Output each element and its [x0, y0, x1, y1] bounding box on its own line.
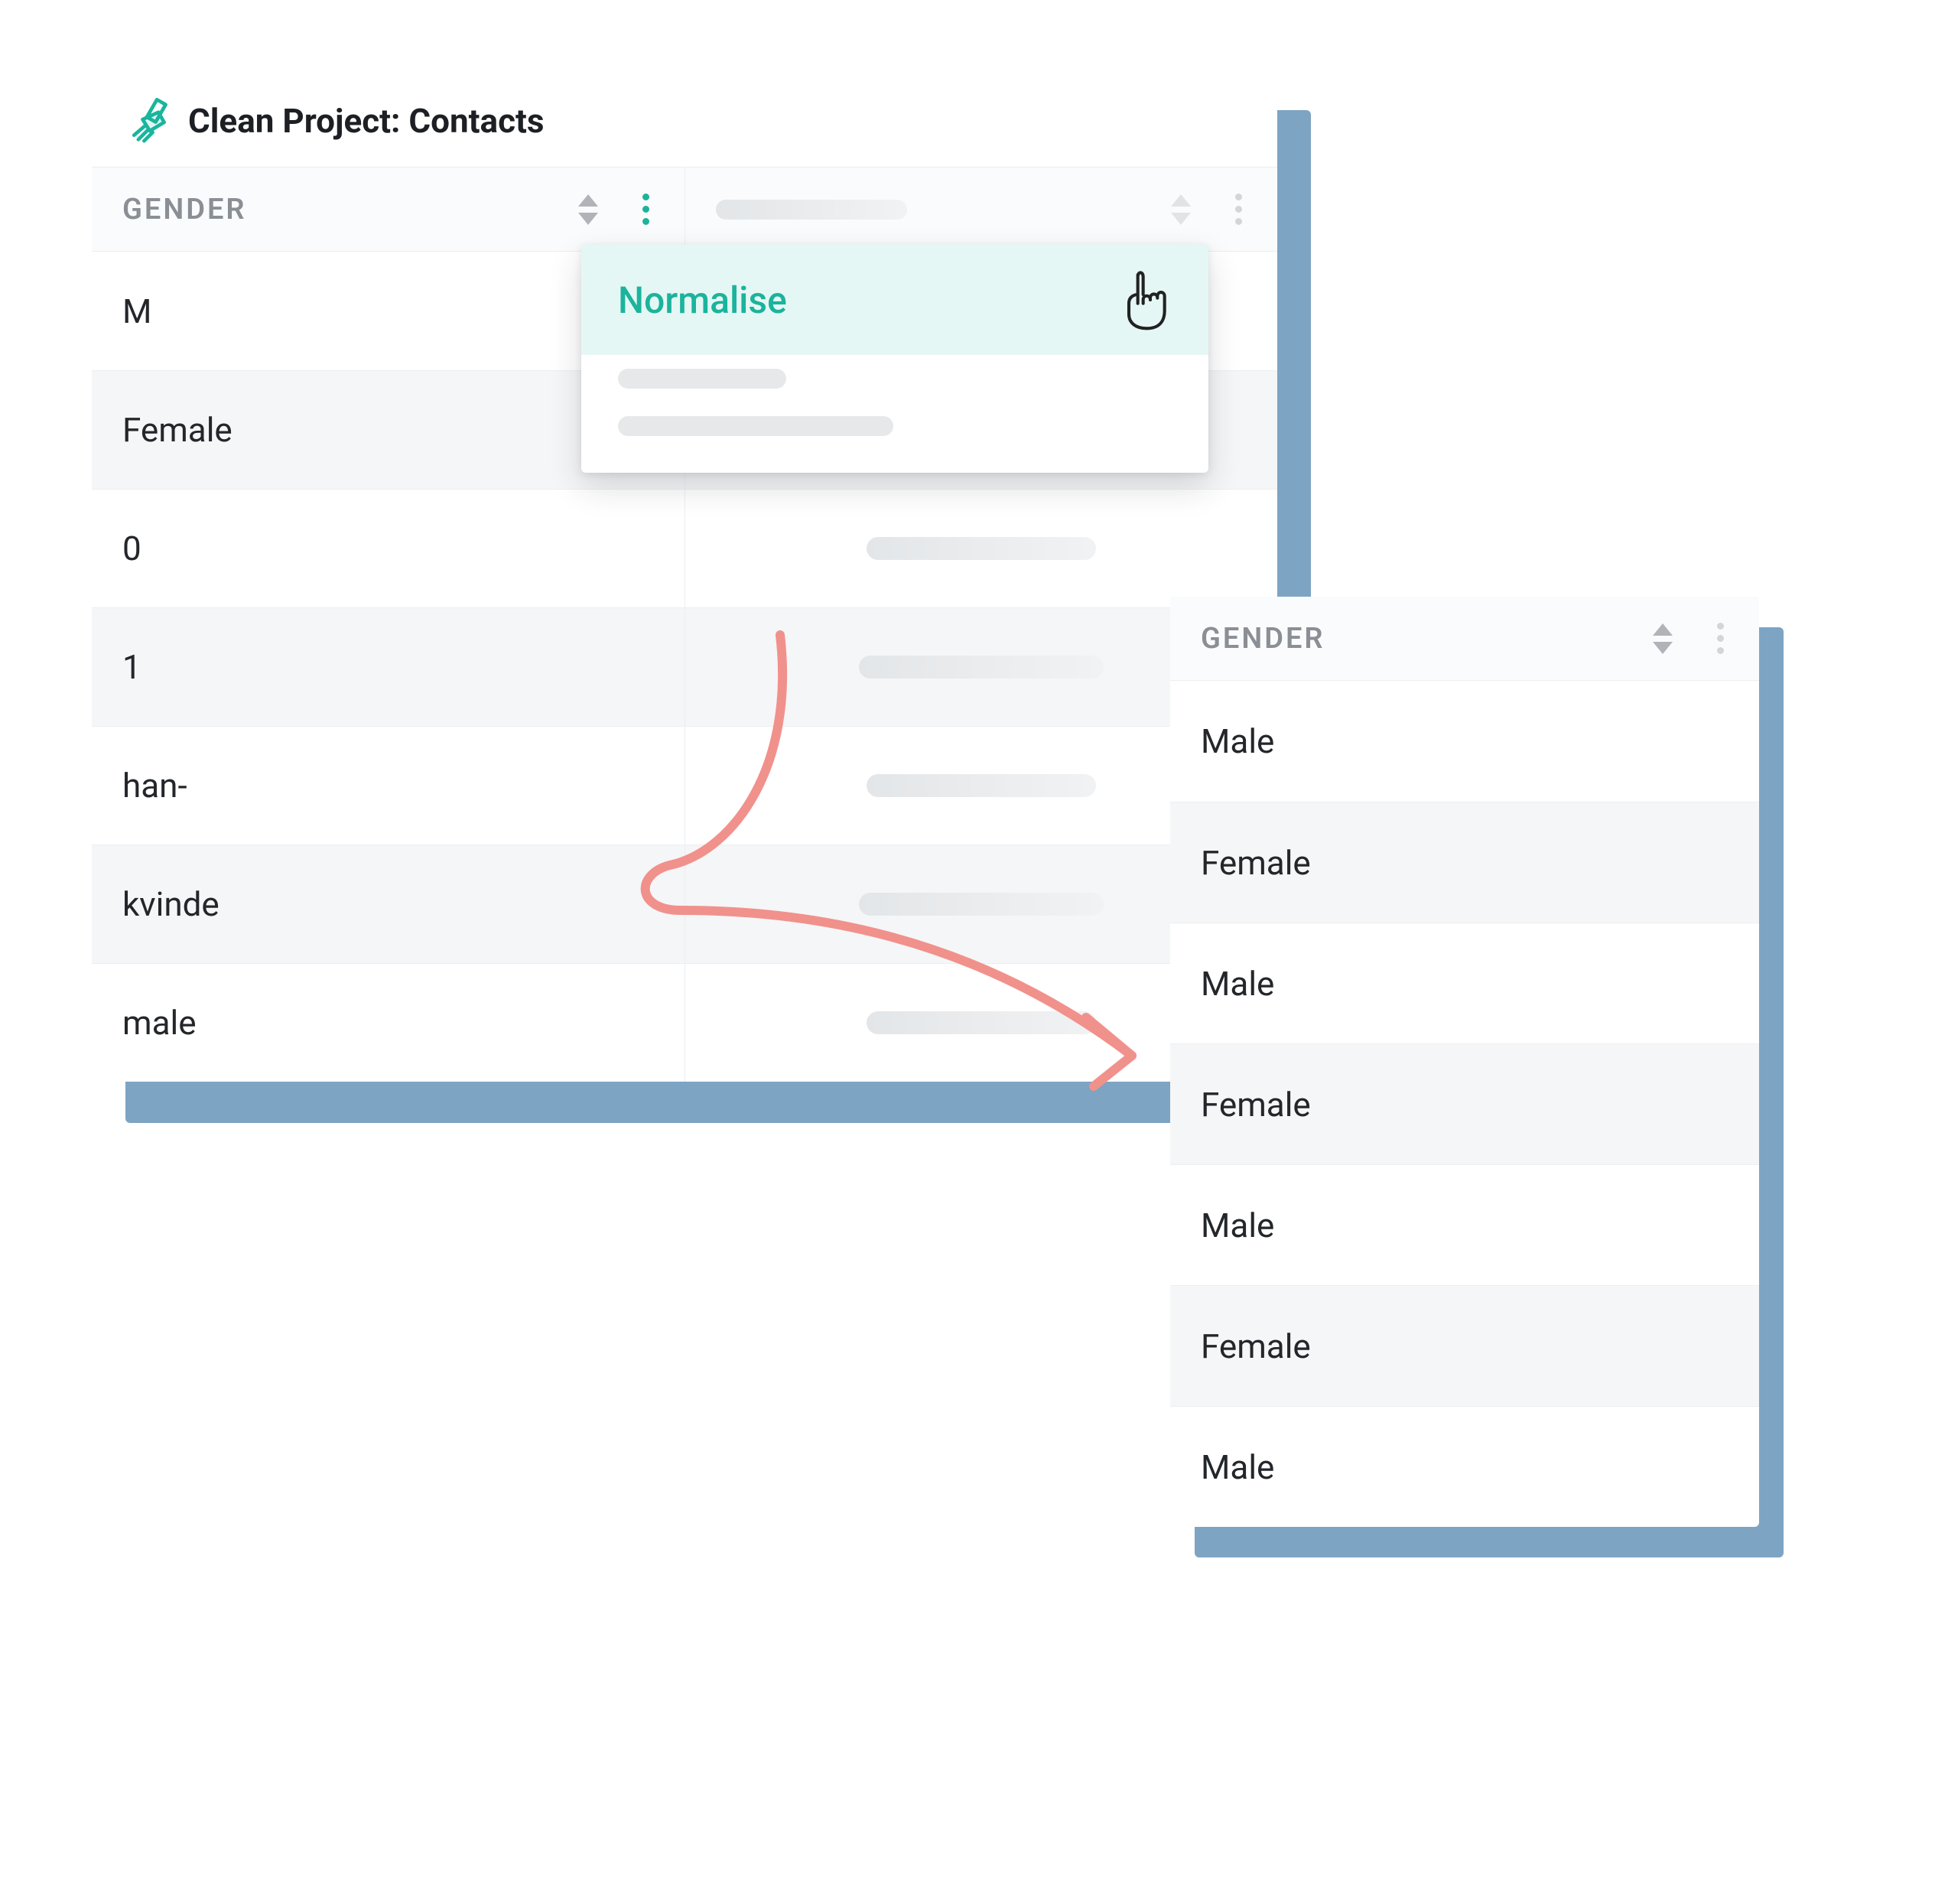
column-header-gender[interactable]: GENDER [1170, 597, 1759, 680]
gender-cell: kvinde [92, 845, 685, 963]
gender-cell: Male [1170, 1407, 1759, 1527]
placeholder-label [716, 200, 907, 220]
sort-icon[interactable] [575, 193, 601, 226]
gender-cell: han- [92, 727, 685, 845]
column-menu-icon[interactable] [1712, 618, 1728, 659]
table-row: Male [1170, 1406, 1759, 1527]
column-menu-icon[interactable] [1231, 189, 1247, 229]
table-row: han- [92, 726, 1277, 845]
gender-cell: male [92, 964, 685, 1082]
gender-cell: Male [1170, 681, 1759, 802]
menu-item-placeholder[interactable] [581, 402, 1208, 450]
sort-icon[interactable] [1168, 193, 1194, 226]
table-row: 1 [92, 607, 1277, 726]
source-card: Clean Project: Contacts GENDER M [92, 69, 1277, 1082]
column-menu-icon[interactable] [638, 189, 654, 229]
table-row: Female [1170, 1043, 1759, 1164]
menu-item-label: Normalise [618, 278, 787, 322]
column-header-placeholder[interactable] [685, 168, 1277, 251]
cursor-pointer-icon [1118, 268, 1172, 332]
gender-cell: Female [1170, 1286, 1759, 1406]
placeholder-cell [685, 490, 1277, 607]
clean-brush-icon [125, 98, 171, 144]
gender-cell: 1 [92, 608, 685, 726]
column-label: GENDER [122, 193, 247, 226]
gender-cell: Female [1170, 802, 1759, 923]
menu-item-normalise[interactable]: Normalise [581, 245, 1208, 355]
table-row: Male [1170, 681, 1759, 802]
table-row: Male [1170, 1164, 1759, 1285]
column-header-gender[interactable]: GENDER [92, 168, 685, 251]
table-row: Male [1170, 923, 1759, 1043]
card-title-text: Clean Project: Contacts [188, 101, 544, 141]
table-row: 0 [92, 489, 1277, 607]
table-row: male [92, 963, 1277, 1082]
menu-item-placeholder[interactable] [581, 355, 1208, 402]
column-menu-dropdown: Normalise [581, 245, 1208, 473]
card-title-bar: Clean Project: Contacts [92, 69, 1277, 168]
column-headers: GENDER [92, 168, 1277, 252]
gender-cell: Male [1170, 1165, 1759, 1285]
result-card: GENDER Male Female Male Female Male Fema… [1170, 597, 1759, 1527]
column-label: GENDER [1201, 622, 1325, 656]
result-column-headers: GENDER [1170, 597, 1759, 681]
table-row: Female [1170, 802, 1759, 923]
gender-cell: Female [1170, 1044, 1759, 1164]
result-rows: Male Female Male Female Male Female Male [1170, 681, 1759, 1527]
table-row: kvinde [92, 845, 1277, 963]
sort-icon[interactable] [1650, 622, 1676, 656]
gender-cell: 0 [92, 490, 685, 607]
gender-cell: Male [1170, 923, 1759, 1043]
table-row: Female [1170, 1285, 1759, 1406]
